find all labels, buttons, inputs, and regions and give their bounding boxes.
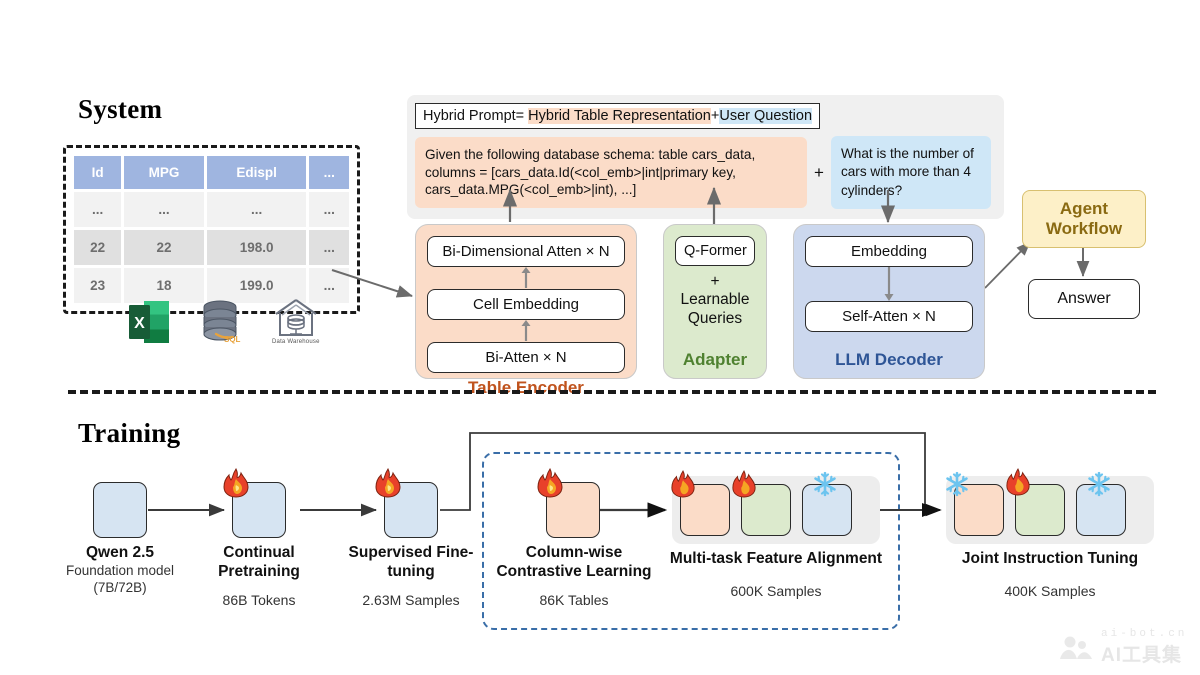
table-row: 22 22 198.0 ...: [74, 230, 349, 265]
mysql-icon: SQL: [196, 298, 246, 345]
stage-sub-qwen-2: (7B/72B): [93, 579, 147, 595]
stage-name-columnwise: Column-wise Contrastive Learning: [496, 544, 652, 580]
stage-name-continual: Continual Pretraining: [218, 544, 300, 580]
arrow-biatten-to-cell: [521, 320, 531, 341]
fire-icon: [731, 470, 757, 503]
decoder-block-embedding: Embedding: [805, 236, 973, 267]
stage-caption-joint: Joint Instruction Tuning 400K Samples: [936, 550, 1164, 599]
stage-sub-qwen-1: Foundation model: [65, 562, 175, 578]
table-cell: ...: [309, 230, 349, 265]
table-header-cell: Edispl: [206, 156, 307, 189]
stage-name-joint: Joint Instruction Tuning: [961, 550, 1139, 567]
module-table-encoder: Bi-Dimensional Atten × N Cell Embedding …: [415, 224, 637, 397]
encoder-block-cell-embedding: Cell Embedding: [427, 289, 625, 320]
data-source-icons: X SQL Data Warehouse: [128, 298, 320, 345]
adapter-text-line2: Queries: [687, 309, 743, 327]
prompt-title-question: User Question: [719, 108, 813, 124]
data-warehouse-icon: Data Warehouse: [272, 298, 320, 345]
stage-name-multitask: Multi-task Feature Alignment: [669, 550, 883, 567]
table-cell: 22: [74, 230, 122, 265]
table-cell: 198.0: [206, 230, 307, 265]
svg-text:SQL: SQL: [224, 335, 241, 344]
stage-caption-multitask: Multi-task Feature Alignment 600K Sample…: [662, 550, 890, 599]
arrow-decoder-to-agent: [984, 241, 1031, 289]
watermark-brand: AI工具集: [1101, 645, 1183, 666]
table-header-cell: ...: [309, 156, 349, 189]
fire-icon: [222, 468, 250, 503]
table-header-cell: Id: [74, 156, 122, 189]
table-cell: ...: [206, 192, 307, 227]
table-cell: ...: [124, 192, 204, 227]
module-adapter: Q-Former + Learnable Queries Adapter: [663, 224, 767, 379]
watermark-url: ai-bot.cn: [1101, 628, 1188, 640]
fire-icon: [374, 468, 402, 503]
user-question-text: What is the number of cars with more tha…: [830, 136, 991, 210]
module-label-llm-decoder: LLM Decoder: [835, 350, 943, 369]
schema-representation-text: Given the following database schema: tab…: [415, 136, 807, 209]
module-label-adapter: Adapter: [682, 350, 748, 369]
stage-caption-continual: Continual Pretraining 86B Tokens: [194, 544, 324, 608]
watermark-logo-icon: [1060, 636, 1092, 659]
agent-workflow-line1: Agent: [1059, 198, 1109, 218]
agent-workflow-line2: Workflow: [1045, 219, 1123, 238]
snowflake-icon: [944, 470, 970, 503]
arrow-embedding-to-selfatten: [884, 267, 894, 301]
adapter-block-qformer: Q-Former: [675, 236, 755, 266]
excel-icon: X: [128, 300, 170, 345]
fire-icon: [536, 468, 564, 503]
prompt-body: Given the following database schema: tab…: [415, 136, 996, 210]
section-divider: [68, 390, 1156, 394]
diagram-canvas: System Id MPG Edispl ... ... ... ... ...: [0, 0, 1200, 675]
watermark: ai-bot.cn AI工具集: [1058, 628, 1187, 667]
stage-metric-multitask: 600K Samples: [730, 582, 822, 599]
table-cell: 22: [124, 230, 204, 265]
arrow-cell-to-bidim: [521, 267, 531, 288]
source-table-container: Id MPG Edispl ... ... ... ... ... 22 22 …: [63, 145, 360, 314]
table-cell: 23: [74, 268, 122, 303]
stage-name-qwen: Qwen 2.5: [85, 544, 155, 561]
page-title-training: Training: [78, 418, 181, 448]
hybrid-prompt-panel: Hybrid Prompt= Hybrid Table Representati…: [407, 95, 1004, 220]
snowflake-icon: [812, 470, 838, 503]
hybrid-prompt-title: Hybrid Prompt= Hybrid Table Representati…: [415, 103, 821, 129]
page-title-system: System: [78, 94, 163, 124]
encoder-block-bi-atten: Bi-Atten × N: [427, 342, 625, 373]
stage-block-qwen: [93, 482, 147, 538]
stage-caption-supervised: Supervised Fine-tuning 2.63M Samples: [346, 544, 476, 608]
answer-box: Answer: [1028, 279, 1140, 319]
table-cell: ...: [309, 192, 349, 227]
agent-workflow-box: Agent Workflow: [1022, 190, 1146, 248]
svg-text:X: X: [134, 315, 145, 332]
adapter-plus-sign: +: [710, 273, 720, 290]
stage-caption-columnwise: Column-wise Contrastive Learning 86K Tab…: [495, 544, 653, 608]
stage-metric-joint: 400K Samples: [1004, 582, 1096, 599]
module-label-table-encoder: Table Encoder: [468, 378, 584, 397]
adapter-text-line1: Learnable: [680, 291, 750, 308]
stage-name-supervised: Supervised Fine-tuning: [348, 544, 474, 580]
snowflake-icon: [1086, 470, 1112, 503]
stage-metric-continual: 86B Tokens: [222, 591, 296, 608]
source-table: Id MPG Edispl ... ... ... ... ... 22 22 …: [71, 153, 352, 306]
stage-caption-qwen: Qwen 2.5 Foundation model (7B/72B): [35, 544, 205, 597]
table-header-row: Id MPG Edispl ...: [74, 156, 349, 189]
prompt-title-prefix: Hybrid Prompt=: [423, 108, 529, 124]
encoder-block-bidim-atten: Bi-Dimensional Atten × N: [427, 236, 625, 267]
prompt-title-representation: Hybrid Table Representation: [528, 108, 711, 124]
stage-metric-columnwise: 86K Tables: [539, 591, 609, 608]
stage-metric-supervised: 2.63M Samples: [362, 591, 460, 608]
table-cell: ...: [74, 192, 122, 227]
module-llm-decoder: Embedding Self-Atten × N LLM Decoder: [793, 224, 985, 379]
data-warehouse-caption: Data Warehouse: [272, 339, 320, 345]
table-row: ... ... ... ...: [74, 192, 349, 227]
fire-icon: [1005, 468, 1031, 501]
decoder-block-self-atten: Self-Atten × N: [805, 301, 973, 332]
table-header-cell: MPG: [124, 156, 204, 189]
fire-icon: [670, 470, 696, 503]
prompt-plus-operator: +: [814, 162, 824, 182]
